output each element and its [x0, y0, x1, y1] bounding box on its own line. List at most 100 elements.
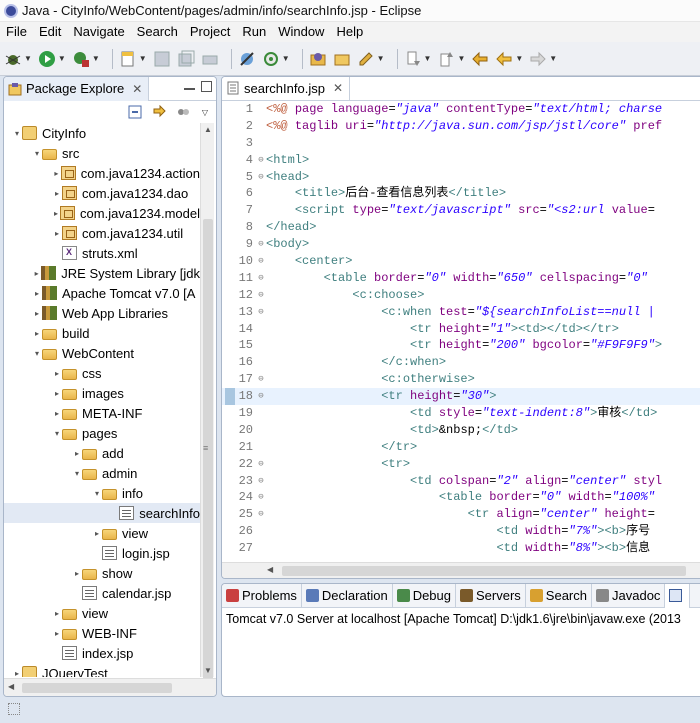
tree-item[interactable]: ▸ images — [4, 383, 200, 403]
vertical-scrollbar[interactable]: ▲ ≡ ▼ — [200, 123, 214, 696]
menu-run[interactable]: Run — [236, 22, 272, 42]
scrollbar-thumb[interactable] — [22, 683, 172, 693]
close-icon[interactable]: ✕ — [132, 82, 142, 96]
code-line[interactable]: 22 ⊖ <tr> — [222, 456, 700, 473]
code-line[interactable]: 26 <td width="7%"><b>序号 — [222, 523, 700, 540]
tree-item[interactable]: index.jsp — [4, 643, 200, 663]
close-icon[interactable]: ✕ — [333, 81, 343, 95]
code-line[interactable]: 24 ⊖ <table border="0" width="100%" — [222, 489, 700, 506]
tree-item[interactable]: struts.xml — [4, 243, 200, 263]
collapsed-arrow-icon[interactable]: ▸ — [32, 309, 42, 318]
forward-button[interactable]: ▼ — [529, 47, 557, 71]
save-button[interactable] — [153, 47, 171, 71]
tab-debug[interactable]: Debug — [393, 584, 456, 608]
code-line[interactable]: 14 <tr height="1"><td></td></tr> — [222, 321, 700, 338]
code-line[interactable]: 10 ⊖ <center> — [222, 253, 700, 270]
tree-item[interactable]: ▾ pages — [4, 423, 200, 443]
code-line[interactable]: 11 ⊖ <table border="0" width="650" cellsp… — [222, 270, 700, 287]
menu-help[interactable]: Help — [330, 22, 369, 42]
code-line[interactable]: 27 <td width="8%"><b>信息 — [222, 540, 700, 557]
tree-item[interactable]: ▾ info — [4, 483, 200, 503]
tree-item[interactable]: ▾ WebContent — [4, 343, 200, 363]
collapsed-arrow-icon[interactable]: ▸ — [52, 229, 62, 238]
scroll-down-icon[interactable]: ▼ — [204, 666, 212, 675]
menu-edit[interactable]: Edit — [33, 22, 67, 42]
fold-toggle-icon[interactable]: ⊖ — [256, 152, 266, 169]
code-line[interactable]: 4 ⊖ <html> — [222, 152, 700, 169]
collapsed-arrow-icon[interactable]: ▸ — [52, 609, 62, 618]
open-type-button[interactable] — [309, 47, 327, 71]
tree-item[interactable]: searchInfo — [4, 503, 200, 523]
expanded-arrow-icon[interactable]: ▾ — [32, 349, 42, 358]
view-menu-icon[interactable] — [176, 105, 190, 119]
code-line[interactable]: 15 <tr height="200" bgcolor="#F9F9F9"> — [222, 337, 700, 354]
scrollbar-thumb[interactable] — [282, 566, 686, 576]
link-with-editor-icon[interactable] — [152, 105, 166, 119]
tree-item[interactable]: ▸ com.java1234.dao — [4, 183, 200, 203]
collapsed-arrow-icon[interactable]: ▸ — [72, 449, 82, 458]
code-line[interactable]: 16 </c:when> — [222, 354, 700, 371]
fold-toggle-icon[interactable]: ⊖ — [256, 270, 266, 287]
tree-item[interactable]: calendar.jsp — [4, 583, 200, 603]
code-line[interactable]: 19 <td style="text-indent:8">审核</td> — [222, 405, 700, 422]
open-folder-button[interactable] — [333, 47, 351, 71]
code-line[interactable]: 5 ⊖ <head> — [222, 169, 700, 186]
chevron-down-icon[interactable]: ▽ — [202, 108, 208, 117]
pen-tool-button[interactable]: ▼ — [357, 47, 385, 71]
tree-item[interactable]: ▸ com.java1234.action — [4, 163, 200, 183]
code-line[interactable]: 12 ⊖ <c:choose> — [222, 287, 700, 304]
last-edit-button[interactable] — [471, 47, 489, 71]
code-line[interactable]: 6 <title>后台-查看信息列表</title> — [222, 185, 700, 202]
fold-toggle-icon[interactable]: ⊖ — [256, 388, 266, 405]
tab-console[interactable] — [665, 584, 691, 608]
tree-item[interactable]: ▸ show — [4, 563, 200, 583]
menu-file[interactable]: File — [0, 22, 33, 42]
tab-declaration[interactable]: Declaration — [302, 584, 393, 608]
tree-item[interactable]: ▾ src — [4, 143, 200, 163]
tab-javadoc[interactable]: Javadoc — [592, 584, 666, 608]
collapsed-arrow-icon[interactable]: ▸ — [52, 389, 62, 398]
minimize-icon[interactable] — [184, 86, 195, 90]
collapsed-arrow-icon[interactable]: ▸ — [52, 409, 62, 418]
tree-item[interactable]: ▾ CityInfo — [4, 123, 200, 143]
fold-toggle-icon[interactable]: ⊖ — [256, 304, 266, 321]
collapse-all-icon[interactable] — [128, 105, 142, 119]
horizontal-scrollbar[interactable]: ◀ — [4, 678, 216, 696]
fold-toggle-icon[interactable]: ⊖ — [256, 287, 266, 304]
code-line[interactable]: 25 ⊖ <tr align="center" height= — [222, 506, 700, 523]
tab-package-explorer[interactable]: Package Explore ✕ — [4, 77, 150, 101]
new-button[interactable]: ▼ — [119, 47, 147, 71]
tree-item[interactable]: ▸ build — [4, 323, 200, 343]
collapsed-arrow-icon[interactable]: ▸ — [52, 629, 62, 638]
collapsed-arrow-icon[interactable]: ▸ — [92, 529, 102, 538]
code-line[interactable]: 21 </tr> — [222, 439, 700, 456]
fold-toggle-icon[interactable]: ⊖ — [256, 236, 266, 253]
debug-button[interactable]: ▼ — [4, 47, 32, 71]
menu-window[interactable]: Window — [272, 22, 330, 42]
maximize-icon[interactable] — [201, 81, 212, 92]
tab-search[interactable]: Search — [526, 584, 592, 608]
fold-toggle-icon[interactable]: ⊖ — [256, 456, 266, 473]
fold-toggle-icon[interactable]: ⊖ — [256, 169, 266, 186]
prev-annotation-button[interactable]: ▼ — [437, 47, 465, 71]
expanded-arrow-icon[interactable]: ▾ — [32, 149, 42, 158]
code-line[interactable]: 9 ⊖ <body> — [222, 236, 700, 253]
code-line[interactable]: 20 <td>&nbsp;</td> — [222, 422, 700, 439]
menu-project[interactable]: Project — [184, 22, 236, 42]
code-line[interactable]: 3 — [222, 135, 700, 152]
scroll-left-icon[interactable]: ◀ — [267, 565, 273, 574]
expanded-arrow-icon[interactable]: ▾ — [92, 489, 102, 498]
tree-item[interactable]: ▸ JQueryTest — [4, 663, 200, 677]
menu-navigate[interactable]: Navigate — [67, 22, 130, 42]
editor-horizontal-scrollbar[interactable]: ◀ — [222, 562, 700, 578]
fold-toggle-icon[interactable]: ⊖ — [256, 506, 266, 523]
collapsed-arrow-icon[interactable]: ▸ — [52, 189, 62, 198]
scrollbar-thumb[interactable] — [203, 219, 213, 696]
tree-item[interactable]: ▸ Apache Tomcat v7.0 [A — [4, 283, 200, 303]
collapsed-arrow-icon[interactable]: ▸ — [12, 669, 22, 678]
code-line[interactable]: 13 ⊖ <c:when test="${searchInfoList==null… — [222, 304, 700, 321]
code-line[interactable]: 8 </head> — [222, 219, 700, 236]
menu-search[interactable]: Search — [131, 22, 184, 42]
expanded-arrow-icon[interactable]: ▾ — [52, 429, 62, 438]
collapsed-arrow-icon[interactable]: ▸ — [52, 169, 61, 178]
